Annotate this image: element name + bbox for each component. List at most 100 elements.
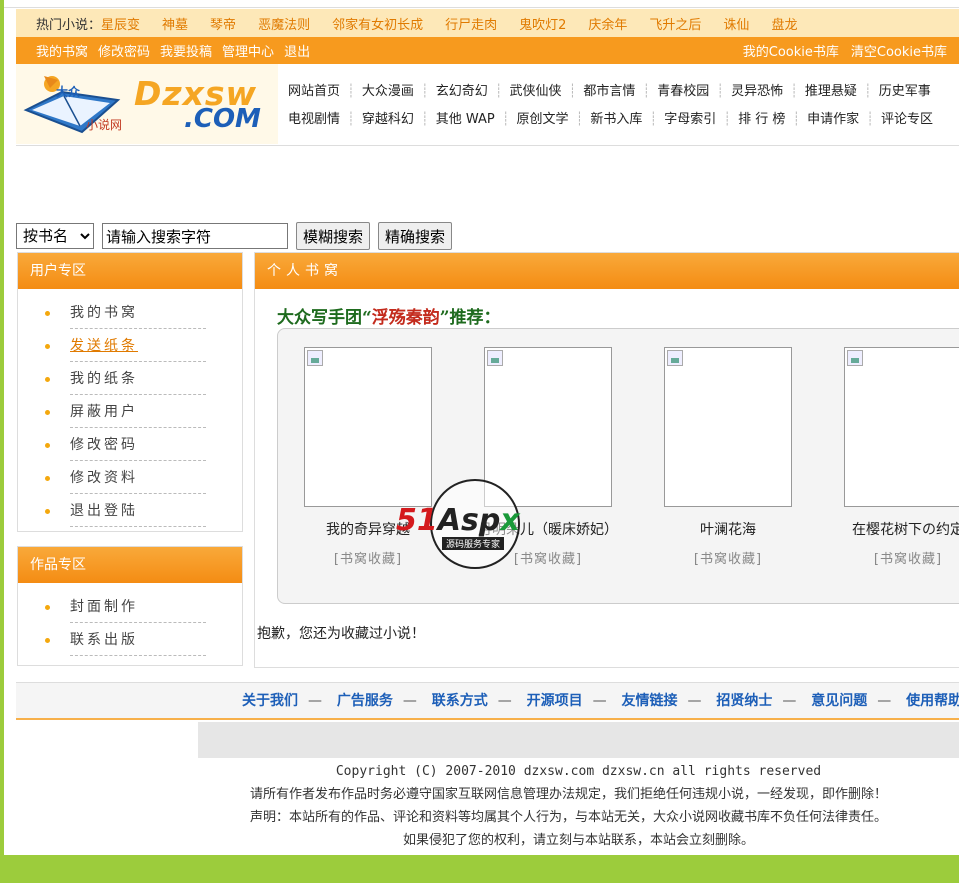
menu-divider: ┊ [866, 112, 874, 127]
footer-nav: 关于我们 — 广告服务 — 联系方式 — 开源项目 — 友情链接 — 招贤纳士 — 意见问题… [16, 682, 959, 720]
list-item: 发送纸条 [42, 330, 242, 363]
list-item: 修改资料 [42, 462, 242, 495]
nav-my-bookshelf[interactable]: 我的书窝 [36, 41, 88, 60]
recommend-prefix: 大众写手团“ [277, 308, 372, 328]
menu-item[interactable]: 字母索引 [664, 106, 723, 134]
menu-item[interactable]: 排 行 榜 [738, 106, 792, 134]
menu-item[interactable]: 评论专区 [881, 106, 940, 134]
nav-admin[interactable]: 管理中心 [222, 41, 274, 60]
hot-link[interactable]: 行尸走肉 [445, 14, 497, 33]
link-send-note[interactable]: 发送纸条 [70, 331, 206, 362]
hot-link[interactable]: 盘龙 [771, 14, 797, 33]
link-edit-profile[interactable]: 修改资料 [70, 463, 206, 494]
footer-link[interactable]: 意见问题 [811, 693, 867, 709]
menu-item[interactable]: 电视剧情 [288, 106, 347, 134]
footer-link[interactable]: 关于我们 [242, 693, 298, 709]
exact-search-button[interactable]: 精确搜索 [378, 222, 453, 250]
nav-change-password[interactable]: 修改密码 [98, 41, 150, 60]
link-change-password[interactable]: 修改密码 [70, 430, 206, 461]
menu-item[interactable]: 申请作家 [807, 106, 866, 134]
link-publish-contact[interactable]: 联系出版 [70, 625, 206, 656]
menu-item[interactable]: 都市言情 [583, 78, 642, 106]
footer-link[interactable]: 联系方式 [432, 693, 488, 709]
book-title[interactable]: 叶澜花海 [638, 519, 818, 539]
menu-item[interactable]: 青春校园 [657, 78, 716, 106]
hot-link[interactable]: 鬼吹灯2 [519, 14, 566, 33]
watermark-red: 51 [396, 503, 438, 538]
works-zone-list: 封面制作 联系出版 [18, 583, 242, 657]
nav-clear-cookie[interactable]: 清空Cookie书库 [851, 41, 947, 60]
menu-item[interactable]: 穿越科幻 [362, 106, 421, 134]
search-input[interactable] [102, 223, 288, 249]
add-to-shelf-link[interactable]: [书窝收藏] [818, 548, 959, 567]
nav-right: 我的Cookie书库 清空Cookie书库 [743, 41, 959, 60]
watermark-green: x [500, 503, 520, 538]
logo-brand-suffix: .COM [184, 104, 261, 134]
hot-link[interactable]: 飞升之后 [649, 14, 701, 33]
link-my-bookshelf[interactable]: 我的书窝 [70, 298, 206, 329]
book-cover[interactable] [664, 347, 792, 507]
footer-link[interactable]: 使用帮助 [906, 693, 959, 709]
menu-item[interactable]: 武侠仙侠 [510, 78, 569, 106]
list-item: 封面制作 [42, 591, 242, 624]
menu-item[interactable]: 网站首页 [288, 78, 347, 106]
footer-link[interactable]: 开源项目 [527, 693, 583, 709]
broken-image-icon [307, 350, 323, 366]
menu-divider: ┊ [723, 112, 732, 127]
broken-image-icon [667, 350, 683, 366]
hot-link[interactable]: 星辰变 [101, 14, 140, 33]
book-cover[interactable] [844, 347, 959, 507]
user-zone-box: 用户专区 我的书窝 发送纸条 我的纸条 屏蔽用户 修改密码 修改资料 退出登陆 [17, 252, 243, 532]
menu-divider: ┊ [716, 84, 725, 99]
footer-separator: — [687, 693, 702, 709]
policy-line: 请所有作者发布作品时务必遵守国家互联网信息管理办法规定，我们拒绝任何违规小说，一… [250, 787, 888, 802]
search-type-select[interactable]: 按书名 [16, 223, 94, 249]
hot-link[interactable]: 琴帝 [210, 14, 236, 33]
footer-separator: — [402, 693, 417, 709]
logo-badge: 大众 [56, 84, 81, 99]
footer-link[interactable]: 招贤纳士 [716, 693, 772, 709]
hot-link[interactable]: 神墓 [162, 14, 188, 33]
hot-link[interactable]: 庆余年 [588, 14, 627, 33]
broken-image-icon [847, 350, 863, 366]
nav-cookie-library[interactable]: 我的Cookie书库 [743, 41, 839, 60]
hot-link[interactable]: 诛仙 [723, 14, 749, 33]
hot-link[interactable]: 恶魔法则 [258, 14, 310, 33]
book-title[interactable]: 在樱花树下の约定 [818, 519, 959, 539]
nav-submit[interactable]: 我要投稿 [160, 41, 212, 60]
menu-row-2: 电视剧情 ┊ 穿越科幻 ┊ 其他 WAP ┊ 原创文学 ┊ 新书入库 ┊ 字母索引 ┊ 排 … [288, 106, 959, 134]
user-zone-list: 我的书窝 发送纸条 我的纸条 屏蔽用户 修改密码 修改资料 退出登陆 [18, 289, 242, 528]
list-item: 我的纸条 [42, 363, 242, 396]
fuzzy-search-button[interactable]: 模糊搜索 [296, 222, 371, 250]
site-logo[interactable]: 大众 Dzxsw .COM 小说网 [16, 64, 278, 144]
link-cover-design[interactable]: 封面制作 [70, 592, 206, 623]
list-item: 我的书窝 [42, 297, 242, 330]
menu-divider: ┊ [790, 84, 798, 99]
list-item: 屏蔽用户 [42, 396, 242, 429]
hot-link[interactable]: 邻家有女初长成 [332, 14, 423, 33]
menu-item[interactable]: 其他 WAP [436, 106, 502, 134]
nav-logout[interactable]: 退出 [284, 41, 310, 60]
menu-item[interactable]: 原创文学 [517, 106, 576, 134]
link-block-user[interactable]: 屏蔽用户 [70, 397, 206, 428]
add-to-shelf-link[interactable]: [书窝收藏] [638, 548, 818, 567]
menu-divider: ┊ [575, 112, 584, 127]
footer-separator: — [877, 693, 892, 709]
menu-item[interactable]: 大众漫画 [362, 78, 421, 106]
footer-link[interactable]: 广告服务 [337, 693, 393, 709]
menu-item[interactable]: 历史军事 [879, 78, 938, 106]
menu-item[interactable]: 推理悬疑 [805, 78, 864, 106]
menu-divider: ┊ [347, 112, 355, 127]
link-my-notes[interactable]: 我的纸条 [70, 364, 206, 395]
menu-divider: ┊ [420, 112, 429, 127]
menu-divider: ┊ [863, 84, 872, 99]
logo-subtitle: 小说网 [86, 118, 123, 132]
menu-item[interactable]: 玄幻奇幻 [436, 78, 495, 106]
menu-item[interactable]: 灵异恐怖 [731, 78, 790, 106]
menu-item[interactable]: 新书入库 [590, 106, 649, 134]
footer-link[interactable]: 友情链接 [622, 693, 678, 709]
link-logout[interactable]: 退出登陆 [70, 496, 206, 527]
recommend-author[interactable]: 浮殇秦韵 [372, 308, 440, 328]
menu-divider: ┊ [792, 112, 801, 127]
book-card: 在樱花树下の约定 [书窝收藏] [818, 347, 959, 567]
